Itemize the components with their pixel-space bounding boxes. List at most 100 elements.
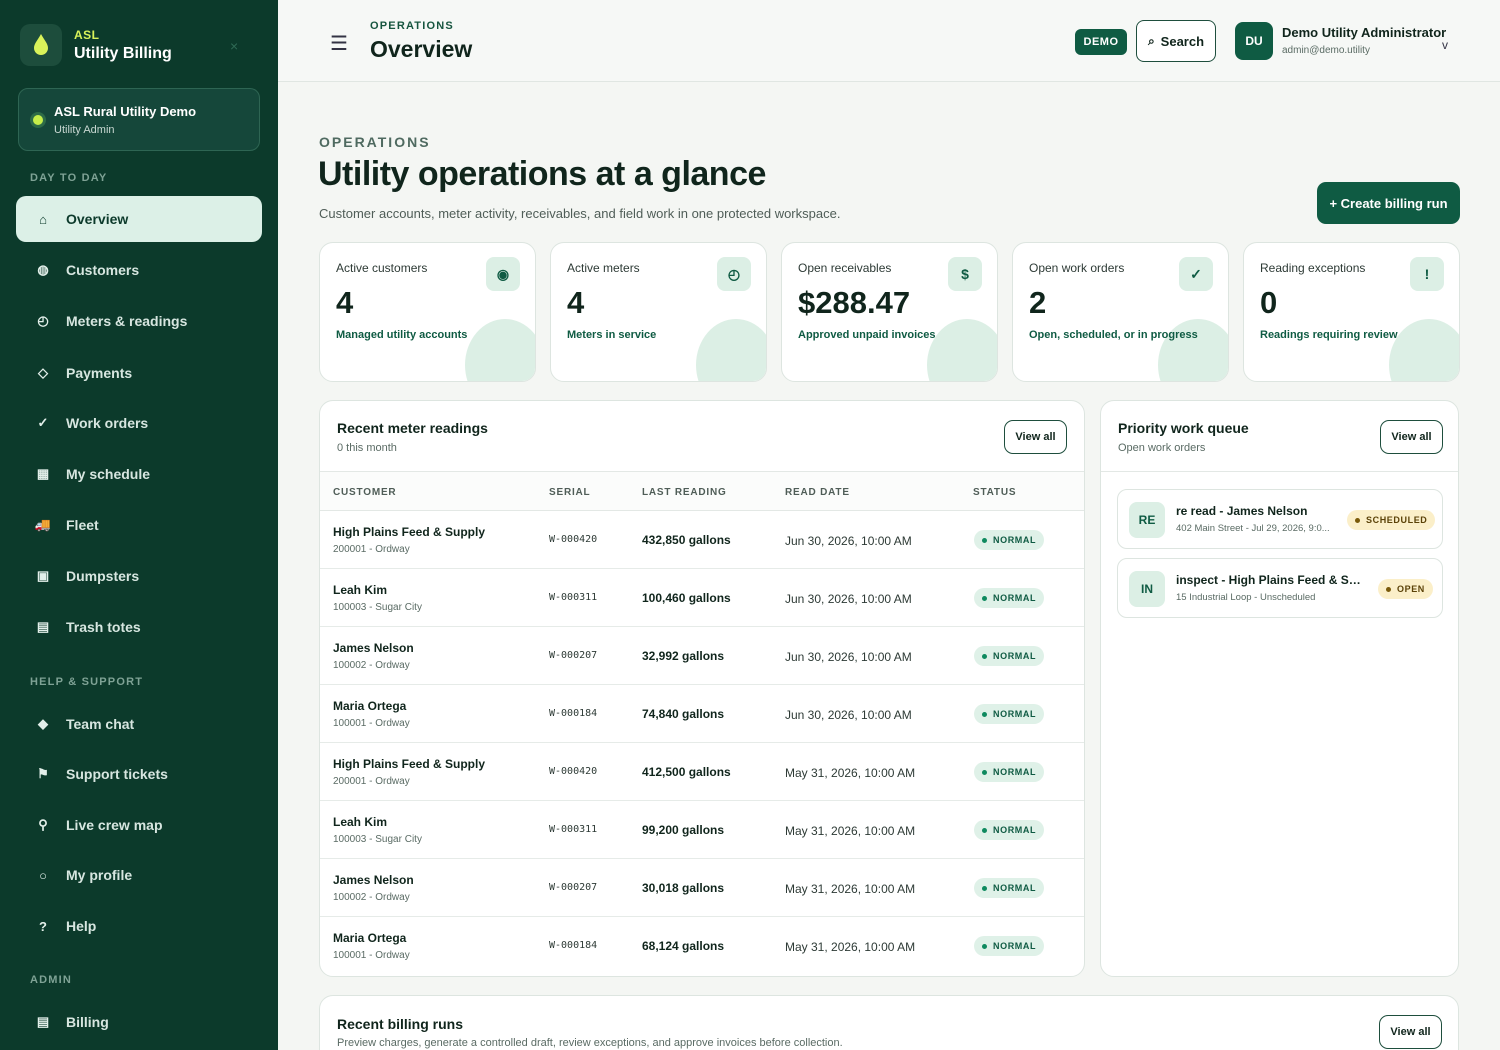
table-row[interactable]: High Plains Feed & Supply 200001 - Ordwa…: [320, 511, 1084, 569]
kpi-active-customers: Active customers ◉ 4 Managed utility acc…: [319, 242, 536, 382]
decorative-blob: [696, 319, 766, 381]
status-label: OPEN: [1397, 584, 1425, 594]
view-all-readings-button[interactable]: View all: [1004, 420, 1067, 454]
kpi-description: Readings requiring review: [1260, 329, 1398, 341]
status-label: NORMAL: [993, 767, 1037, 777]
chat-icon: ◆: [38, 716, 48, 731]
avatar[interactable]: DU: [1235, 22, 1273, 60]
recent-billing-runs-card: Recent billing runs Preview charges, gen…: [319, 995, 1459, 1050]
sidebar-item-my-schedule[interactable]: ▦ My schedule: [16, 451, 262, 497]
read-date: May 31, 2026, 10:00 AM: [785, 824, 916, 838]
divider: [1101, 471, 1458, 472]
table-row[interactable]: Maria Ortega 100001 - Ordway W-000184 74…: [320, 685, 1084, 743]
customer-account: 100002 - Ordway: [333, 892, 410, 903]
status-label: NORMAL: [993, 941, 1037, 951]
read-date: Jun 30, 2026, 10:00 AM: [785, 592, 912, 606]
truck-icon: 🚚: [34, 517, 52, 532]
kpi-active-meters: Active meters ◴ 4 Meters in service: [550, 242, 767, 382]
organization-switcher[interactable]: ASL Rural Utility Demo Utility Admin: [18, 88, 260, 151]
menu-icon[interactable]: ☰: [330, 31, 348, 56]
status-badge: NORMAL: [974, 878, 1045, 898]
dollar-icon: $: [948, 257, 982, 291]
last-reading: 74,840 gallons: [642, 707, 725, 721]
status-label: SCHEDULED: [1366, 515, 1428, 525]
customer-name: High Plains Feed & Supply: [333, 757, 486, 771]
sidebar-item-trash-totes[interactable]: ▤ Trash totes: [16, 604, 262, 650]
gauge-icon: ◴: [37, 313, 49, 328]
column-header-status[interactable]: STATUS: [973, 487, 1016, 498]
alert-icon: !: [1410, 257, 1444, 291]
status-badge: NORMAL: [974, 704, 1045, 724]
column-header-serial[interactable]: SERIAL: [549, 487, 590, 498]
table-row[interactable]: James Nelson 100002 - Ordway W-000207 32…: [320, 627, 1084, 685]
meter-serial: W-000207: [549, 882, 598, 893]
status-dot-icon: [982, 943, 987, 949]
customer-name: Maria Ortega: [333, 699, 407, 713]
status-badge: NORMAL: [974, 530, 1045, 550]
sidebar-item-label: Meters & readings: [66, 313, 188, 329]
decorative-blob: [465, 319, 535, 381]
table-row[interactable]: Leah Kim 100003 - Sugar City W-000311 99…: [320, 801, 1084, 859]
work-order-item[interactable]: IN inspect - High Plains Feed & Sup... 1…: [1117, 558, 1443, 618]
sidebar-item-team-chat[interactable]: ◆ Team chat: [16, 701, 262, 747]
customer-name: High Plains Feed & Supply: [333, 525, 486, 539]
work-order-details: 402 Main Street - Jul 29, 2026, 9:0...: [1176, 523, 1330, 534]
status-badge: NORMAL: [974, 936, 1045, 956]
kpi-value: 0: [1260, 285, 1278, 320]
sidebar-item-label: Support tickets: [66, 766, 168, 782]
sidebar-item-my-profile[interactable]: ○ My profile: [16, 852, 262, 898]
sidebar-item-live-crew-map[interactable]: ⚲ Live crew map: [16, 802, 262, 848]
sidebar-item-work-orders[interactable]: ✓ Work orders: [16, 400, 262, 446]
search-button[interactable]: ⌕ Search: [1136, 20, 1216, 62]
create-billing-run-button[interactable]: + Create billing run: [1317, 182, 1460, 224]
card-subtitle: Open work orders: [1118, 442, 1206, 454]
water-drop-logo-icon: [20, 24, 62, 66]
sidebar-item-billing[interactable]: ▤ Billing: [16, 999, 262, 1045]
organization-name: ASL Rural Utility Demo: [54, 104, 197, 119]
table-row[interactable]: High Plains Feed & Supply 200001 - Ordwa…: [320, 743, 1084, 801]
kpi-value: 4: [567, 285, 585, 320]
sidebar-item-meters-readings[interactable]: ◴ Meters & readings: [16, 298, 262, 344]
status-dot-icon: [982, 711, 987, 717]
brand[interactable]: ASL Utility Billing: [20, 24, 172, 66]
help-icon: ?: [39, 918, 47, 934]
customer-account: 200001 - Ordway: [333, 544, 410, 555]
search-label: Search: [1160, 33, 1205, 49]
read-date: May 31, 2026, 10:00 AM: [785, 940, 916, 954]
close-sidebar-icon[interactable]: ×: [230, 38, 238, 54]
column-header-customer[interactable]: CUSTOMER: [333, 487, 396, 498]
column-header-last-reading[interactable]: LAST READING: [642, 487, 727, 498]
status-dot-icon: [982, 653, 987, 659]
view-all-billing-runs-button[interactable]: View all: [1379, 1015, 1442, 1049]
dashboard-headline: Utility operations at a glance: [318, 155, 766, 193]
column-header-read-date[interactable]: READ DATE: [785, 487, 850, 498]
organization-role: Utility Admin: [54, 124, 115, 136]
sidebar-item-label: My profile: [66, 867, 133, 883]
table-header: CUSTOMER SERIAL LAST READING READ DATE S…: [320, 471, 1084, 511]
customer-name: Maria Ortega: [333, 931, 407, 945]
sidebar-item-fleet[interactable]: 🚚 Fleet: [16, 502, 262, 548]
sidebar-item-overview[interactable]: ⌂ Overview: [16, 196, 262, 242]
sidebar-item-payments[interactable]: ◇ Payments: [16, 350, 262, 396]
chevron-down-icon[interactable]: v: [1442, 38, 1448, 52]
last-reading: 68,124 gallons: [642, 939, 725, 953]
last-reading: 100,460 gallons: [642, 591, 731, 605]
sidebar-item-help[interactable]: ? Help: [16, 903, 262, 949]
sidebar-item-label: Trash totes: [66, 619, 141, 635]
customer-name: Leah Kim: [333, 815, 388, 829]
status-label: NORMAL: [993, 883, 1037, 893]
table-row[interactable]: Maria Ortega 100001 - Ordway W-000184 68…: [320, 917, 1084, 975]
table-row[interactable]: James Nelson 100002 - Ordway W-000207 30…: [320, 859, 1084, 917]
table-body: High Plains Feed & Supply 200001 - Ordwa…: [320, 511, 1084, 976]
tote-icon: ▤: [36, 619, 50, 634]
user-name[interactable]: Demo Utility Administrator: [1282, 25, 1446, 40]
sidebar-item-customers[interactable]: ◍ Customers: [16, 247, 262, 293]
sidebar-item-label: Customers: [66, 262, 140, 278]
sidebar-item-dumpsters[interactable]: ▣ Dumpsters: [16, 553, 262, 599]
view-all-work-orders-button[interactable]: View all: [1380, 420, 1443, 454]
table-row[interactable]: Leah Kim 100003 - Sugar City W-000311 10…: [320, 569, 1084, 627]
last-reading: 32,992 gallons: [642, 649, 725, 663]
payments-icon: ◇: [38, 365, 48, 380]
sidebar-item-support-tickets[interactable]: ⚑ Support tickets: [16, 751, 262, 797]
work-order-item[interactable]: RE re read - James Nelson 402 Main Stree…: [1117, 489, 1443, 549]
